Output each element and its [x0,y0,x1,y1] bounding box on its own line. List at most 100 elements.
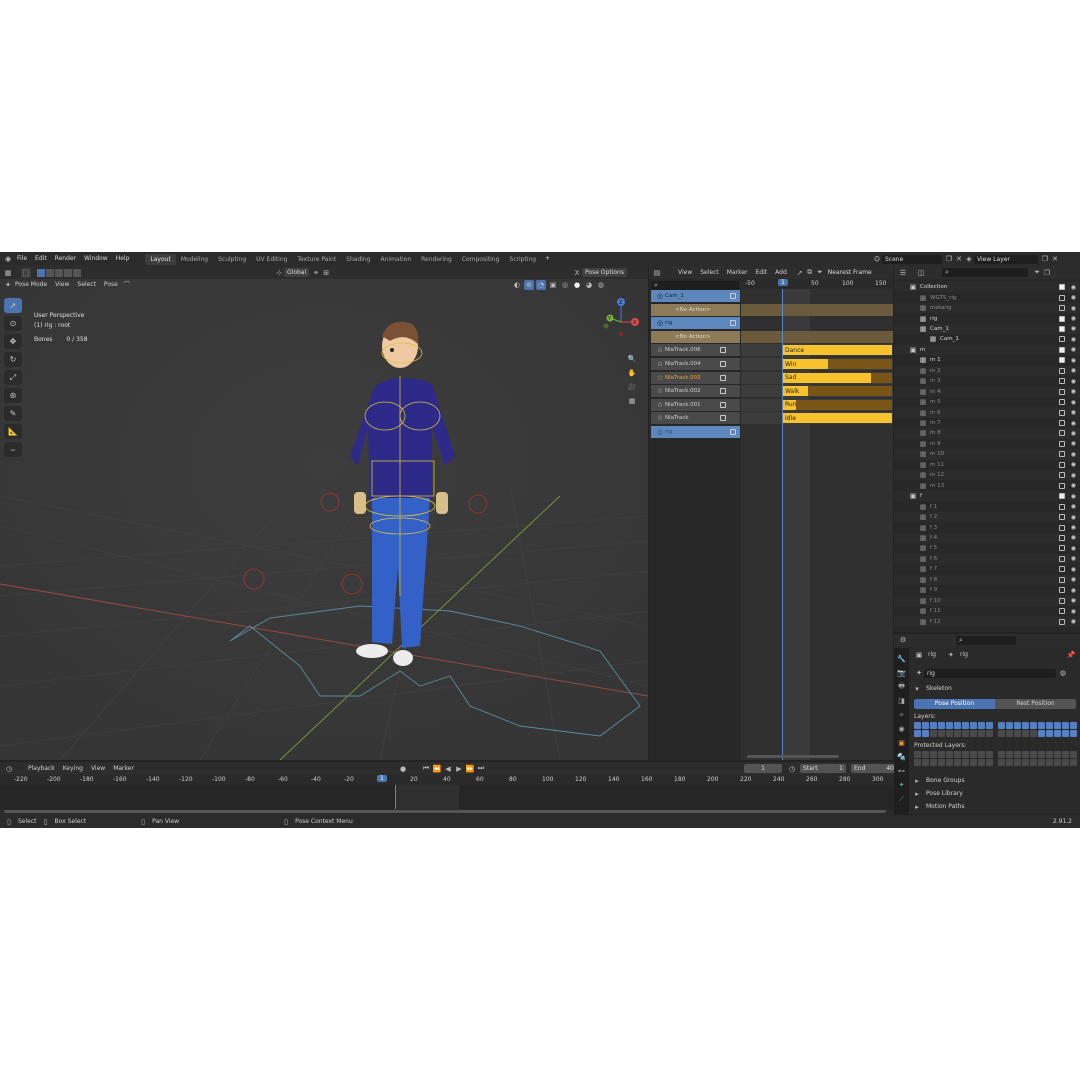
track-checkbox[interactable] [730,320,736,327]
nla-track-track[interactable]: ☆ NlaTrack.006 [651,344,740,357]
tab-texture-paint[interactable]: Texture Paint [292,254,341,265]
eye-icon[interactable]: ◉ [1071,545,1076,552]
new-collection-icon[interactable]: ❐ [1042,268,1052,278]
new-view-layer-icon[interactable]: ❐ [1040,254,1050,264]
outliner-row[interactable]: ▦ f 3 ◉ [894,522,1080,533]
rest-position-button[interactable]: Rest Position [995,699,1076,709]
eye-icon[interactable]: ◉ [1071,566,1076,573]
exclude-checkbox[interactable] [1059,451,1065,458]
outliner-row[interactable]: ▦ m 1 ◉ [894,355,1080,366]
outliner-row[interactable]: ▦ m 9 ◉ [894,438,1080,450]
outliner-row[interactable]: ▦ m 3 ◉ [894,376,1080,387]
tab-scripting[interactable]: Scripting [504,254,541,265]
tab-compositing[interactable]: Compositing [457,254,505,265]
exclude-checkbox[interactable] [1059,618,1065,625]
cursor-tool-icon[interactable]: ⊙ [4,316,22,331]
timeline-playhead[interactable] [395,785,396,809]
protected-layers-grid-right[interactable] [998,751,1077,758]
eye-icon[interactable]: ◉ [1071,482,1076,489]
outliner-row[interactable]: ▦ m 2 ◉ [894,365,1080,376]
protected-layers-grid-left[interactable] [914,751,993,758]
snap-icon[interactable]: ⊞ [321,268,331,278]
nla-edit-menu[interactable]: Edit [752,268,772,278]
start-frame-field[interactable]: Start 1 [800,764,846,773]
eye-icon[interactable]: ◉ [1071,472,1076,479]
clock-icon[interactable]: ◷ [787,764,797,774]
nla-select-menu[interactable]: Select [696,268,723,278]
timeline-editor-type-icon[interactable]: ◷ [4,764,14,774]
pose-options-dropdown[interactable]: Pose Options [582,268,627,277]
select-intersect-icon[interactable] [73,268,81,277]
track-checkbox[interactable] [720,388,726,395]
eye-icon[interactable]: ◉ [1071,315,1076,322]
timeline-ruler[interactable]: -220 -200 -180 -160 -140 -120 -100 -80 -60 -40 -20… [0,775,894,785]
menu-edit[interactable]: Edit [31,254,51,264]
select-menu[interactable]: Select [73,280,100,290]
eye-icon[interactable]: ◉ [1071,514,1076,521]
eye-icon[interactable]: ◉ [1071,409,1076,416]
outliner-row[interactable]: ▦ Cam_1 ◉ [894,323,1080,335]
annotate-tool-icon[interactable]: ✎ [4,406,22,421]
orientation-dropdown[interactable]: Global [284,268,310,277]
eye-icon[interactable]: ◉ [1071,493,1076,500]
tool-tab-icon[interactable]: 🔧 [897,654,907,664]
nla-include-icon[interactable]: ⧉ [805,268,815,278]
relax-tool-icon[interactable]: ⌣ [4,442,22,457]
outliner-row[interactable]: ▦ m 12 ◉ [894,470,1080,481]
exclude-checkbox[interactable] [1059,597,1065,604]
scene-tab-icon[interactable]: ✧ [897,710,907,720]
outliner-row[interactable]: ▣ Collection ◉ [894,282,1080,293]
track-checkbox[interactable] [720,415,726,422]
exclude-checkbox[interactable] [1059,608,1065,615]
exclude-checkbox[interactable] [1059,555,1065,562]
exclude-checkbox[interactable] [1059,294,1065,301]
exclude-checkbox[interactable] [1059,524,1065,531]
outliner-row[interactable]: ▦ m 8 ◉ [894,428,1080,439]
eye-icon[interactable]: ◉ [1071,597,1076,604]
outliner-filter-icon[interactable]: ⏷ [1032,268,1042,278]
fake-user-icon[interactable]: ◍ [1058,668,1068,678]
xray-icon[interactable]: ▣ [548,280,558,290]
nla-track-action[interactable]: <No Action> [651,303,740,316]
properties-editor-type-icon[interactable]: ⚙ [898,635,908,645]
pose-position-button[interactable]: Pose Position [914,699,995,709]
3d-viewport[interactable]: Z X Y ▦ ⬚ ⊹ Global ⚭ ⊞ X Pose Options ✦ … [0,266,648,760]
pin-icon[interactable]: 📌 [1066,650,1076,660]
exclude-checkbox[interactable] [1059,430,1065,437]
eye-icon[interactable]: ◉ [1071,587,1076,594]
outliner-row[interactable]: ▦ f 12 ◉ [894,616,1080,627]
exclude-checkbox[interactable] [1059,325,1065,332]
skeleton-panel-header[interactable]: ▾ Skeleton [912,684,956,694]
output-tab-icon[interactable]: 🖶 [897,682,907,692]
select-subtract-icon[interactable] [55,268,63,277]
nla-track-track[interactable]: ☆ NlaTrack.002 [651,385,740,398]
exclude-checkbox[interactable] [1059,534,1065,541]
exclude-checkbox[interactable] [1059,440,1065,447]
play-icon[interactable]: ▶ [454,764,464,774]
eye-icon[interactable]: ◉ [1071,378,1076,385]
nla-strip[interactable]: Idle [782,413,892,424]
nla-track-object[interactable]: ◎ Cam_1 [651,290,740,302]
scene-field[interactable]: Scene [882,254,942,264]
nla-select-icon[interactable]: ➚ [795,268,805,278]
track-checkbox[interactable] [720,374,726,381]
eye-icon[interactable]: ◉ [1071,576,1076,583]
exclude-checkbox[interactable] [1059,367,1065,374]
outliner-search-field[interactable]: ⌕ [942,268,1028,277]
exclude-checkbox[interactable] [1059,346,1065,353]
exclude-checkbox[interactable] [1059,409,1065,416]
record-icon[interactable]: ● [398,764,408,774]
eye-icon[interactable]: ◉ [1071,284,1076,291]
bone-layers-grid-right[interactable] [998,722,1077,729]
object-visibility-icon[interactable]: ◐ [512,280,522,290]
eye-icon[interactable]: ◉ [1071,440,1076,447]
snap-dropdown[interactable]: Nearest Frame [824,268,875,277]
next-keyframe-icon[interactable]: ⏩ [465,764,475,774]
eye-icon[interactable]: ◉ [1071,608,1076,615]
outliner[interactable]: ☰ ◫ ⌕ ⏷ ❐ ▣ Collection ◉ ▦ WGTS_rig ◉ ▦ metarig… [894,266,1080,632]
nla-strip[interactable]: Dance [782,345,892,356]
nla-strip[interactable]: Win [782,359,829,369]
eye-icon[interactable]: ◉ [1071,461,1076,468]
armature-name-field[interactable]: rig [924,668,1056,678]
auto-ik-icon[interactable]: ⌒ [122,280,132,290]
